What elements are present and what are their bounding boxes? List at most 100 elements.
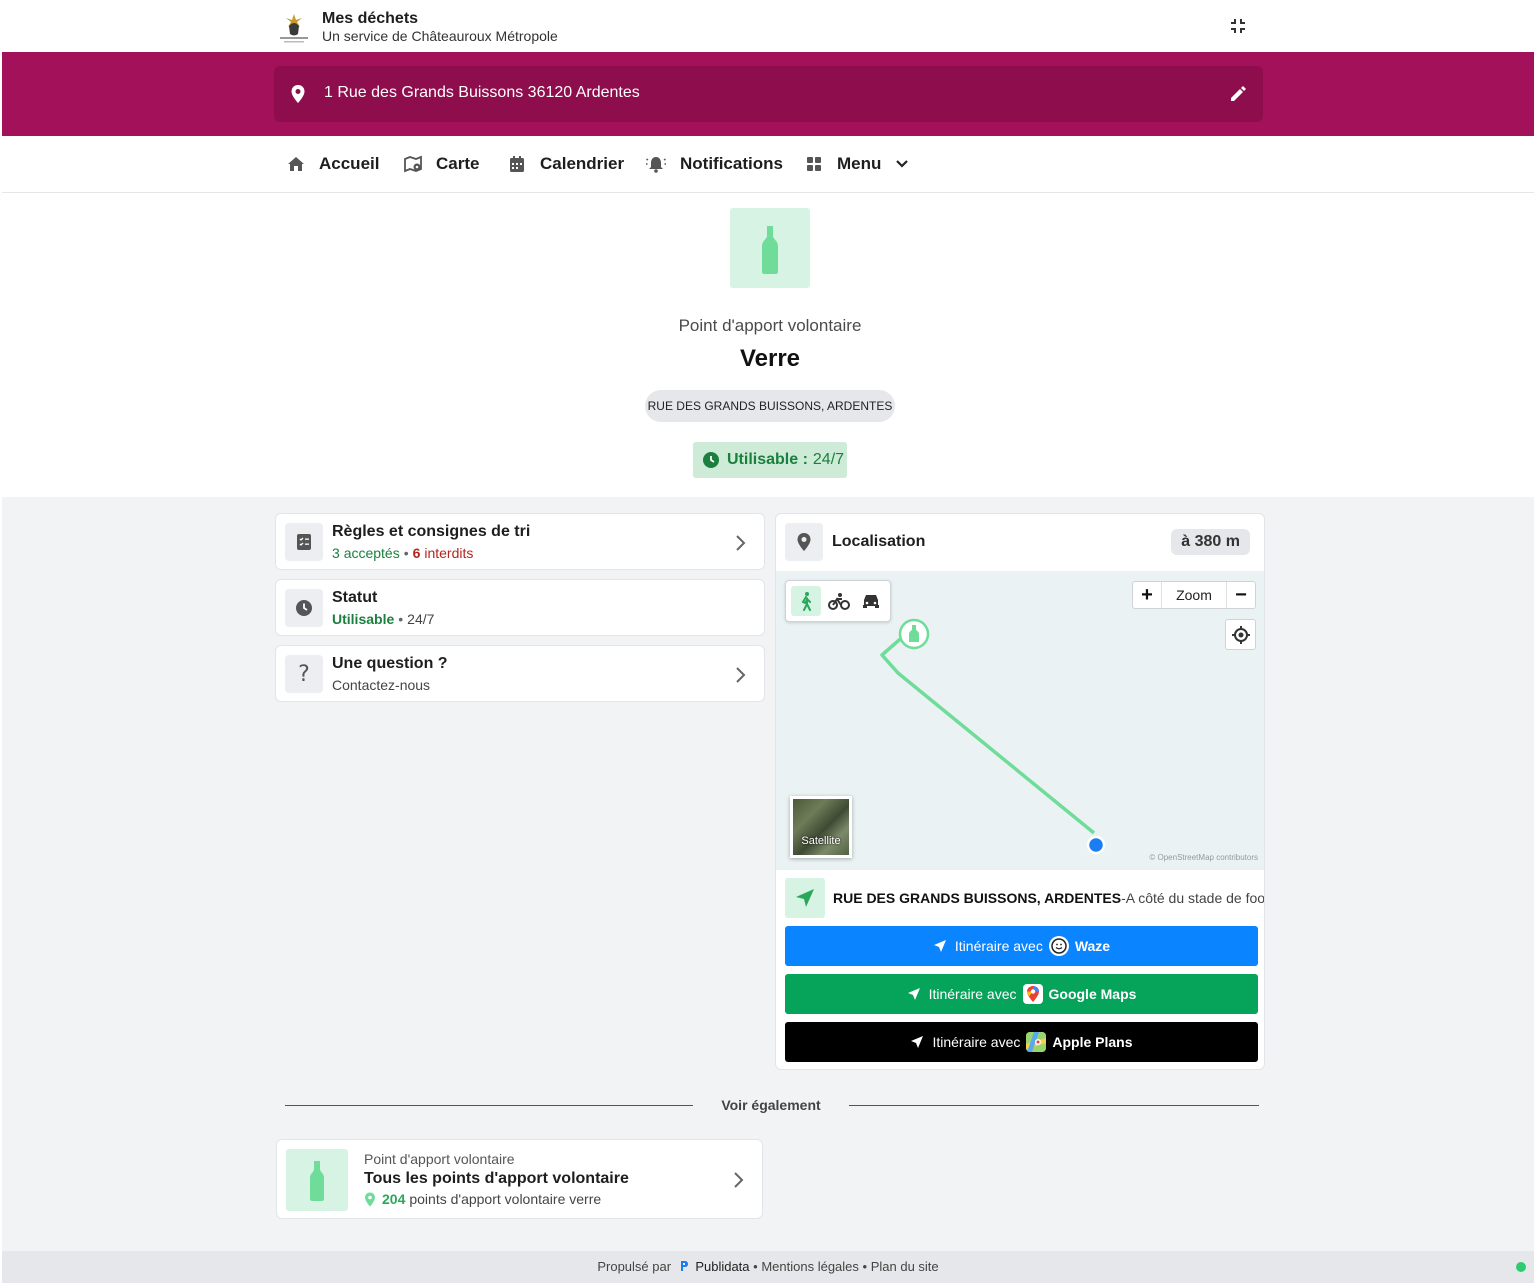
nav-label-notifications: Notifications <box>680 154 783 173</box>
question-title: Une question ? <box>332 655 448 672</box>
point-type: Point d'apport volontaire <box>678 316 862 335</box>
google-maps-icon <box>1022 984 1043 1004</box>
question-subtitle: Contactez-nous <box>332 677 431 693</box>
route-app-name: Apple Plans <box>1052 1034 1133 1050</box>
nav-label-carte: Carte <box>436 154 480 173</box>
route-prefix: Itinéraire avec <box>932 1034 1021 1050</box>
route-app-name: Waze <box>1074 938 1111 954</box>
nav-item-menu[interactable]: Menu <box>805 154 909 174</box>
footer-sep: • <box>862 1259 868 1274</box>
nav-item-accueil[interactable]: Accueil <box>287 154 379 174</box>
route-google-maps-button[interactable]: Itinéraire avec Google Maps <box>785 974 1258 1014</box>
address-selector[interactable]: 1 Rue des Grands Buissons 36120 Ardentes <box>274 66 1263 122</box>
nav-label-accueil: Accueil <box>319 154 380 173</box>
route-apple-plans-button[interactable]: Itinéraire avec Apple Plans <box>785 1022 1258 1062</box>
satellite-toggle[interactable]: Satellite <box>790 796 852 858</box>
zoom-out-button[interactable]: − <box>1227 582 1255 608</box>
location-pin-icon <box>288 84 308 104</box>
route-waze-button[interactable]: Itinéraire avec Waze <box>785 926 1258 966</box>
navigation-arrow-icon <box>911 1036 924 1048</box>
travel-mode-selector <box>785 580 891 622</box>
app-title: Mes déchets <box>322 10 419 27</box>
route-prefix: Itinéraire avec <box>928 986 1017 1002</box>
location-pin-icon <box>785 523 823 561</box>
route-prefix: Itinéraire avec <box>954 938 1043 954</box>
forbidden-label: interdits <box>424 545 474 561</box>
publidata-logo-icon <box>680 1261 688 1271</box>
navigation-arrow-icon <box>785 878 825 918</box>
all-points-card[interactable]: Point d'apport volontaire Tous les point… <box>276 1139 763 1219</box>
glass-bottle-icon <box>730 208 810 288</box>
status-state: Utilisable <box>332 611 395 627</box>
see-also-divider: Voir également <box>285 1094 1259 1116</box>
place-name: RUE DES GRANDS BUISSONS, ARDENTES <box>833 890 1122 906</box>
zoom-label: Zoom <box>1161 582 1227 608</box>
place-note: -A côté du stade de foot <box>1121 890 1265 906</box>
points-label: points d'apport volontaire verre <box>409 1191 602 1207</box>
nav-item-calendrier[interactable]: Calendrier <box>508 154 624 174</box>
legal-link[interactable]: Mentions légales <box>761 1259 859 1274</box>
sitemap-link[interactable]: Plan du site <box>871 1259 939 1274</box>
place-text: RUE DES GRANDS BUISSONS, ARDENTES-A côté… <box>833 890 1265 906</box>
question-card[interactable]: ? Une question ? Contactez-nous <box>275 645 765 702</box>
app-header: Mes déchets Un service de Châteauroux Mé… <box>2 0 1534 52</box>
localisation-card: Localisation à 380 m + Zoom − Satellite … <box>775 513 1265 1070</box>
question-mark-icon: ? <box>285 655 323 693</box>
divider-line <box>849 1105 1259 1106</box>
status-label: Utilisable : <box>727 451 808 468</box>
divider-line <box>285 1105 693 1106</box>
footer-links: Propulsé par Publidata • Mentions légale… <box>2 1259 1534 1274</box>
zoom-in-button[interactable]: + <box>1133 582 1161 608</box>
apple-plans-icon <box>1026 1032 1047 1052</box>
chateauroux-metropole-logo[interactable] <box>276 10 312 44</box>
footer: Propulsé par Publidata • Mentions légale… <box>2 1251 1534 1283</box>
bike-icon[interactable] <box>824 586 854 616</box>
checklist-icon <box>285 523 323 561</box>
address-text: 1 Rue des Grands Buissons 36120 Ardentes <box>324 84 640 101</box>
glass-bottle-icon <box>286 1149 348 1211</box>
app-subtitle: Un service de Châteauroux Métropole <box>322 28 558 44</box>
home-icon <box>288 157 304 171</box>
see-also-label: Voir également <box>721 1097 821 1113</box>
nav-item-notifications[interactable]: Notifications <box>646 154 783 174</box>
zoom-control: + Zoom − <box>1132 581 1256 609</box>
location-pin-icon <box>365 1192 375 1206</box>
map-view[interactable]: + Zoom − Satellite © OpenStreetMap contr… <box>776 571 1264 870</box>
page-title: Verre <box>739 345 801 372</box>
forbidden-count: 6 <box>412 545 421 561</box>
nav-label-menu: Menu <box>837 154 882 173</box>
chevron-right-icon <box>734 1172 744 1188</box>
walk-icon[interactable] <box>791 586 821 616</box>
grid-icon <box>807 157 821 171</box>
chevron-down-icon <box>896 160 909 168</box>
localisation-title: Localisation <box>832 533 926 550</box>
link-kicker: Point d'apport volontaire <box>364 1151 515 1167</box>
rules-summary: 3 acceptés • 6 interdits <box>332 545 474 561</box>
bell-icon <box>646 157 666 173</box>
publidata-link[interactable]: Publidata <box>695 1259 749 1274</box>
online-status-dot <box>1516 1262 1526 1272</box>
status-summary: Utilisable • 24/7 <box>332 611 435 627</box>
navigation-arrow-icon <box>907 988 920 1000</box>
route-app-name: Google Maps <box>1048 986 1137 1002</box>
waze-icon <box>1048 936 1069 956</box>
page: Mes déchets Un service de Châteauroux Mé… <box>2 0 1534 1283</box>
rules-card[interactable]: Règles et consignes de tri 3 acceptés • 6 … <box>275 513 765 570</box>
calendar-icon <box>510 156 524 172</box>
collapse-icon[interactable] <box>1226 14 1250 38</box>
status-badge: Utilisable : 24/7 <box>693 442 847 478</box>
edit-pencil-icon[interactable] <box>1227 83 1249 105</box>
location-chip: RUE DES GRANDS BUISSONS, ARDENTES <box>645 390 895 422</box>
car-icon[interactable] <box>856 586 886 616</box>
address-band: 1 Rue des Grands Buissons 36120 Ardentes <box>2 52 1534 136</box>
satellite-label: Satellite <box>801 835 841 847</box>
locate-me-button[interactable] <box>1225 619 1256 650</box>
nav-item-carte[interactable]: Carte <box>404 154 479 174</box>
powered-by-text: Propulsé par <box>597 1259 672 1274</box>
status-value: 24/7 <box>812 451 845 468</box>
status-hours: 24/7 <box>407 611 435 627</box>
map-icon <box>404 155 422 173</box>
chevron-right-icon <box>736 667 746 683</box>
status-title: Statut <box>332 589 378 606</box>
map-attribution[interactable]: © OpenStreetMap contributors <box>1149 853 1258 862</box>
